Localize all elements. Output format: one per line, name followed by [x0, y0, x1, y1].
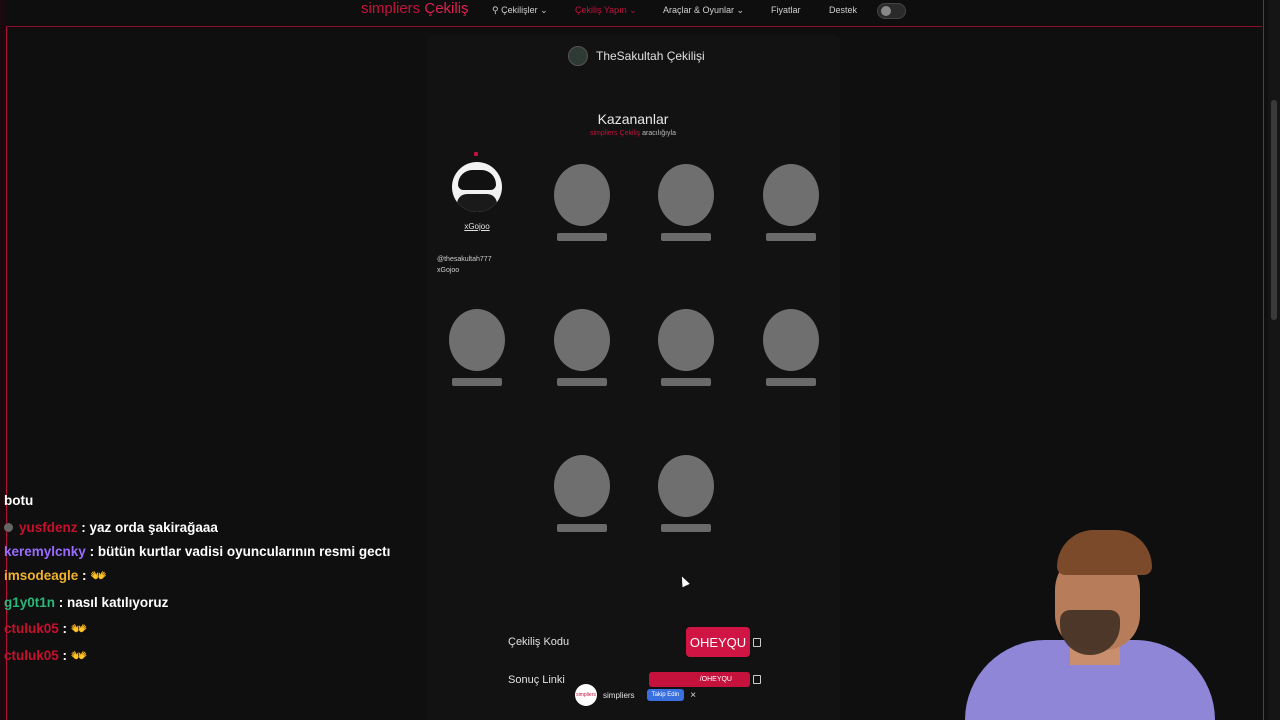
screen: simpliers Çekiliş ⚲ Çekilişler ⌄ Çekiliş… — [0, 0, 1280, 720]
nav-create-label: Çekiliş Yapın ⌄ — [575, 5, 637, 15]
chat-text: : 👐 — [62, 647, 88, 663]
popup-logo: simpliers — [575, 684, 597, 706]
copy-icon[interactable] — [753, 638, 761, 647]
via-brand-link[interactable]: simpliers Çekiliş — [590, 130, 640, 137]
placeholder-name — [557, 378, 607, 386]
chat-username: keremylcnky — [4, 544, 86, 559]
placeholder-avatar — [554, 309, 610, 371]
chat-text: : nasıl katılıyoruz — [58, 594, 169, 610]
placeholder-name — [661, 524, 711, 532]
nav-pricing[interactable]: Fiyatlar — [771, 5, 801, 15]
search-icon: ⚲ — [492, 5, 502, 15]
nav-tools-games[interactable]: Araçlar & Oyunlar ⌄ — [663, 5, 744, 16]
chat-message: yusfdenz : yaz orda şakirağaaa — [4, 515, 394, 542]
placeholder-avatar — [658, 455, 714, 517]
webcam-hair — [1057, 530, 1152, 575]
nav-tools-label: Araçlar & Oyunlar ⌄ — [663, 5, 745, 15]
chat-username: imsodeagle — [4, 568, 79, 583]
chat-text: : yaz orda şakirağaaa — [81, 519, 218, 535]
chat-username: ctuluk05 — [4, 647, 59, 663]
chat-message: ctuluk05 : 👐 — [4, 643, 394, 670]
toggle-knob — [881, 6, 891, 16]
placeholder-avatar — [554, 455, 610, 517]
winner-slot-placeholder — [656, 164, 716, 241]
comment-handle: @thesakultah777 — [437, 256, 492, 263]
chat-username: yusfdenz — [19, 519, 78, 535]
chat-message: botu — [4, 488, 394, 515]
page-scrollbar[interactable] — [1268, 0, 1280, 720]
chat-text: : bütün kurtlar vadisi oyuncularının res… — [89, 544, 391, 559]
brand-logo[interactable]: simpliers Çekiliş — [361, 0, 469, 17]
nav-pricing-label: Fiyatlar — [771, 5, 801, 15]
result-link-label: Sonuç Linki — [508, 674, 565, 686]
nav-support-label: Destek — [829, 5, 858, 15]
brand-name: simpliers — [361, 0, 421, 17]
popup-name: simpliers — [603, 690, 635, 700]
winner-slot-placeholder — [656, 455, 716, 532]
nav-create-giveaway[interactable]: Çekiliş Yapın ⌄ — [575, 5, 637, 16]
winner-name-link[interactable]: xGojoo — [452, 222, 502, 231]
chat-message: imsodeagle : 👐 — [4, 563, 394, 590]
avatar-body — [457, 194, 497, 212]
giveaway-code-button[interactable]: OHEYQU — [686, 627, 750, 657]
chat-username: g1y0t1n — [4, 594, 56, 610]
winners-subtitle: simpliers Çekiliş aracılığıyla — [426, 130, 840, 137]
placeholder-avatar — [658, 309, 714, 371]
placeholder-avatar — [658, 164, 714, 226]
user-badge-icon — [4, 523, 13, 533]
avatar-hair — [458, 170, 496, 190]
giveaway-header: TheSakultah Çekilişi — [568, 46, 705, 66]
winner-slot-placeholder — [761, 164, 821, 241]
winner-slot-placeholder — [552, 164, 612, 241]
winner-marker — [474, 152, 478, 156]
copy-icon[interactable] — [753, 675, 761, 684]
chat-text: : 👐 — [62, 621, 88, 636]
placeholder-avatar — [763, 309, 819, 371]
follow-button[interactable]: Takip Edin — [646, 689, 685, 701]
top-navbar: simpliers Çekiliş ⚲ Çekilişler ⌄ Çekiliş… — [6, 0, 1262, 27]
winner-slot-placeholder — [447, 309, 507, 386]
theme-toggle[interactable] — [877, 3, 906, 19]
nav-giveaways[interactable]: ⚲ Çekilişler ⌄ — [492, 5, 548, 16]
follow-popup: simpliers simpliers Takip Edin × — [575, 684, 696, 706]
giveaway-code-label: Çekiliş Kodu — [508, 636, 570, 648]
chat-text: botu — [4, 493, 34, 508]
host-avatar — [568, 46, 588, 66]
scrollbar-thumb[interactable] — [1271, 100, 1277, 320]
via-suffix: aracılığıyla — [640, 130, 676, 137]
winners-heading: Kazananlar — [597, 111, 669, 127]
placeholder-name — [661, 378, 711, 386]
placeholder-avatar — [554, 164, 610, 226]
chat-message: ctuluk05 : 👐 — [4, 616, 394, 643]
close-icon[interactable]: × — [690, 690, 696, 701]
winner-comment: @thesakultah777 xGojoo — [437, 254, 492, 276]
winner-slot-placeholder — [552, 455, 612, 532]
chat-username: ctuluk05 — [4, 621, 59, 636]
placeholder-avatar — [449, 309, 505, 371]
placeholder-name — [557, 233, 607, 241]
winner-slot-placeholder — [552, 309, 612, 386]
placeholder-name — [661, 233, 711, 241]
winner-slot-placeholder — [761, 309, 821, 386]
chat-message: keremylcnky : bütün kurtlar vadisi oyunc… — [4, 541, 394, 563]
placeholder-avatar — [763, 164, 819, 226]
streamer-webcam — [965, 530, 1215, 720]
placeholder-name — [452, 378, 502, 386]
placeholder-name — [557, 524, 607, 532]
winner-avatar[interactable] — [452, 162, 502, 212]
result-link-text: /OHEYQU — [699, 676, 732, 683]
nav-support[interactable]: Destek — [829, 5, 857, 15]
chat-text: : 👐 — [82, 568, 108, 583]
comment-text: xGojoo — [437, 267, 460, 274]
nav-giveaways-label: Çekilişler ⌄ — [501, 5, 548, 15]
stream-chat-overlay: botu yusfdenz : yaz orda şakirağaaa kere… — [4, 488, 394, 669]
brand-suffix: Çekiliş — [424, 0, 469, 17]
placeholder-name — [766, 378, 816, 386]
winner-slot-placeholder — [656, 309, 716, 386]
chat-message: g1y0t1n : nasıl katılıyoruz — [4, 590, 394, 617]
giveaway-title: TheSakultah Çekilişi — [596, 49, 705, 63]
placeholder-name — [766, 233, 816, 241]
